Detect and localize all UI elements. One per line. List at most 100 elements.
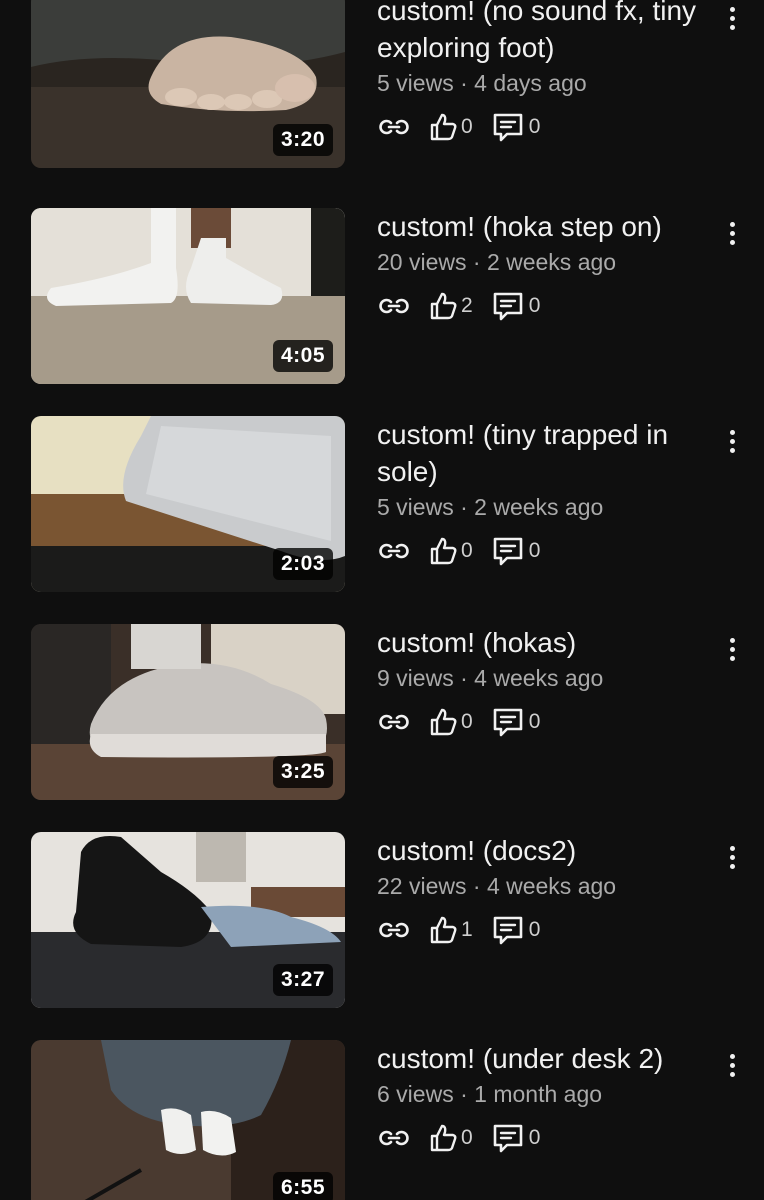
like-button[interactable]: 0 xyxy=(429,1123,473,1153)
link-icon xyxy=(379,922,409,938)
comments-button[interactable]: 0 xyxy=(491,1122,541,1154)
video-title[interactable]: custom! (hokas) xyxy=(377,624,712,661)
video-age: 2 weeks ago xyxy=(474,494,604,520)
video-title[interactable]: custom! (docs2) xyxy=(377,832,712,869)
video-views: 20 views xyxy=(377,249,467,275)
comment-count: 0 xyxy=(528,710,541,733)
video-actions: 0 0 xyxy=(377,1121,712,1155)
video-age: 2 weeks ago xyxy=(486,249,617,275)
thumbs-up-icon xyxy=(430,708,457,736)
link-icon xyxy=(379,119,409,135)
like-button[interactable]: 0 xyxy=(429,536,473,566)
share-link-button[interactable] xyxy=(377,1126,411,1150)
link-icon xyxy=(379,1130,409,1146)
meta-separator: · xyxy=(460,665,468,691)
like-button[interactable]: 2 xyxy=(429,291,473,321)
like-count: 0 xyxy=(461,710,473,733)
like-count: 0 xyxy=(461,539,473,562)
video-meta: 22 views · 4 weeks ago xyxy=(377,871,712,901)
comments-button[interactable]: 0 xyxy=(491,111,541,143)
video-row[interactable]: 3:25 custom! (hokas) 9 views · 4 weeks a… xyxy=(0,624,764,804)
video-views: 5 views xyxy=(377,70,454,96)
video-info[interactable]: custom! (hoka step on) 20 views · 2 week… xyxy=(377,208,712,323)
video-meta: 5 views · 4 days ago xyxy=(377,68,712,98)
video-meta: 20 views · 2 weeks ago xyxy=(377,247,712,277)
share-link-button[interactable] xyxy=(377,918,411,942)
comments-button[interactable]: 0 xyxy=(491,706,541,738)
thumbs-up-icon xyxy=(430,1124,457,1152)
meta-separator: · xyxy=(472,873,481,899)
video-info[interactable]: custom! (no sound fx, tiny exploring foo… xyxy=(377,0,712,144)
share-link-button[interactable] xyxy=(377,294,411,318)
more-options-button[interactable] xyxy=(720,0,744,38)
thumbs-up-icon xyxy=(430,113,457,141)
video-thumbnail[interactable]: 3:27 xyxy=(31,832,345,1008)
share-link-button[interactable] xyxy=(377,710,411,734)
video-title[interactable]: custom! (tiny trapped in sole) xyxy=(377,416,712,490)
comment-count: 0 xyxy=(528,918,541,941)
video-info[interactable]: custom! (docs2) 22 views · 4 weeks ago 1… xyxy=(377,832,712,947)
video-thumbnail[interactable]: 3:20 xyxy=(31,0,345,168)
like-button[interactable]: 1 xyxy=(429,915,473,945)
video-info[interactable]: custom! (under desk 2) 6 views · 1 month… xyxy=(377,1040,712,1155)
video-title[interactable]: custom! (hoka step on) xyxy=(377,208,712,245)
video-title[interactable]: custom! (no sound fx, tiny exploring foo… xyxy=(377,0,712,66)
link-icon xyxy=(379,543,409,559)
like-count: 1 xyxy=(461,918,473,941)
video-meta: 5 views · 2 weeks ago xyxy=(377,492,712,522)
video-row[interactable]: 2:03 custom! (tiny trapped in sole) 5 vi… xyxy=(0,416,764,596)
more-options-button[interactable] xyxy=(720,213,744,253)
video-thumbnail[interactable]: 3:25 xyxy=(31,624,345,800)
video-info[interactable]: custom! (tiny trapped in sole) 5 views ·… xyxy=(377,416,712,568)
thumbs-up-icon xyxy=(430,292,457,320)
video-info[interactable]: custom! (hokas) 9 views · 4 weeks ago 0 … xyxy=(377,624,712,739)
video-age: 4 weeks ago xyxy=(474,665,604,691)
like-count: 0 xyxy=(461,115,473,138)
comment-count: 0 xyxy=(528,1126,541,1149)
more-options-button[interactable] xyxy=(720,837,744,877)
comment-count: 0 xyxy=(528,115,541,138)
video-thumbnail[interactable]: 4:05 xyxy=(31,208,345,384)
comments-button[interactable]: 0 xyxy=(491,290,541,322)
thumbs-up-icon xyxy=(430,537,457,565)
like-count: 2 xyxy=(461,294,473,317)
comment-icon xyxy=(493,292,522,321)
share-link-button[interactable] xyxy=(377,539,411,563)
video-thumbnail[interactable]: 6:55 xyxy=(31,1040,345,1200)
more-options-button[interactable] xyxy=(720,421,744,461)
video-thumbnail[interactable]: 2:03 xyxy=(31,416,345,592)
meta-separator: · xyxy=(460,494,468,520)
comment-icon xyxy=(493,708,522,737)
video-duration: 3:25 xyxy=(272,756,333,788)
more-options-button[interactable] xyxy=(720,629,744,669)
like-button[interactable]: 0 xyxy=(429,707,473,737)
video-title[interactable]: custom! (under desk 2) xyxy=(377,1040,712,1077)
comment-icon xyxy=(493,916,522,945)
comment-icon xyxy=(493,113,522,142)
comment-count: 0 xyxy=(528,294,541,317)
like-count: 0 xyxy=(461,1126,473,1149)
video-duration: 3:20 xyxy=(272,124,333,156)
video-row[interactable]: 3:20 custom! (no sound fx, tiny explorin… xyxy=(0,0,764,172)
comments-button[interactable]: 0 xyxy=(491,914,541,946)
video-actions: 0 0 xyxy=(377,705,712,739)
video-row[interactable]: 4:05 custom! (hoka step on) 20 views · 2… xyxy=(0,208,764,388)
video-views: 5 views xyxy=(377,494,454,520)
video-views: 22 views xyxy=(377,873,467,899)
meta-separator: · xyxy=(472,249,481,275)
comment-count: 0 xyxy=(528,539,541,562)
comments-button[interactable]: 0 xyxy=(491,535,541,567)
thumbs-up-icon xyxy=(430,916,457,944)
meta-separator: · xyxy=(460,70,468,96)
share-link-button[interactable] xyxy=(377,115,411,139)
more-options-button[interactable] xyxy=(720,1045,744,1085)
video-meta: 9 views · 4 weeks ago xyxy=(377,663,712,693)
video-actions: 2 0 xyxy=(377,289,712,323)
video-row[interactable]: 3:27 custom! (docs2) 22 views · 4 weeks … xyxy=(0,832,764,1012)
video-age: 1 month ago xyxy=(474,1081,603,1107)
like-button[interactable]: 0 xyxy=(429,112,473,142)
video-age: 4 days ago xyxy=(474,70,587,96)
video-row[interactable]: 6:55 custom! (under desk 2) 6 views · 1 … xyxy=(0,1040,764,1200)
video-actions: 1 0 xyxy=(377,913,712,947)
link-icon xyxy=(379,714,409,730)
